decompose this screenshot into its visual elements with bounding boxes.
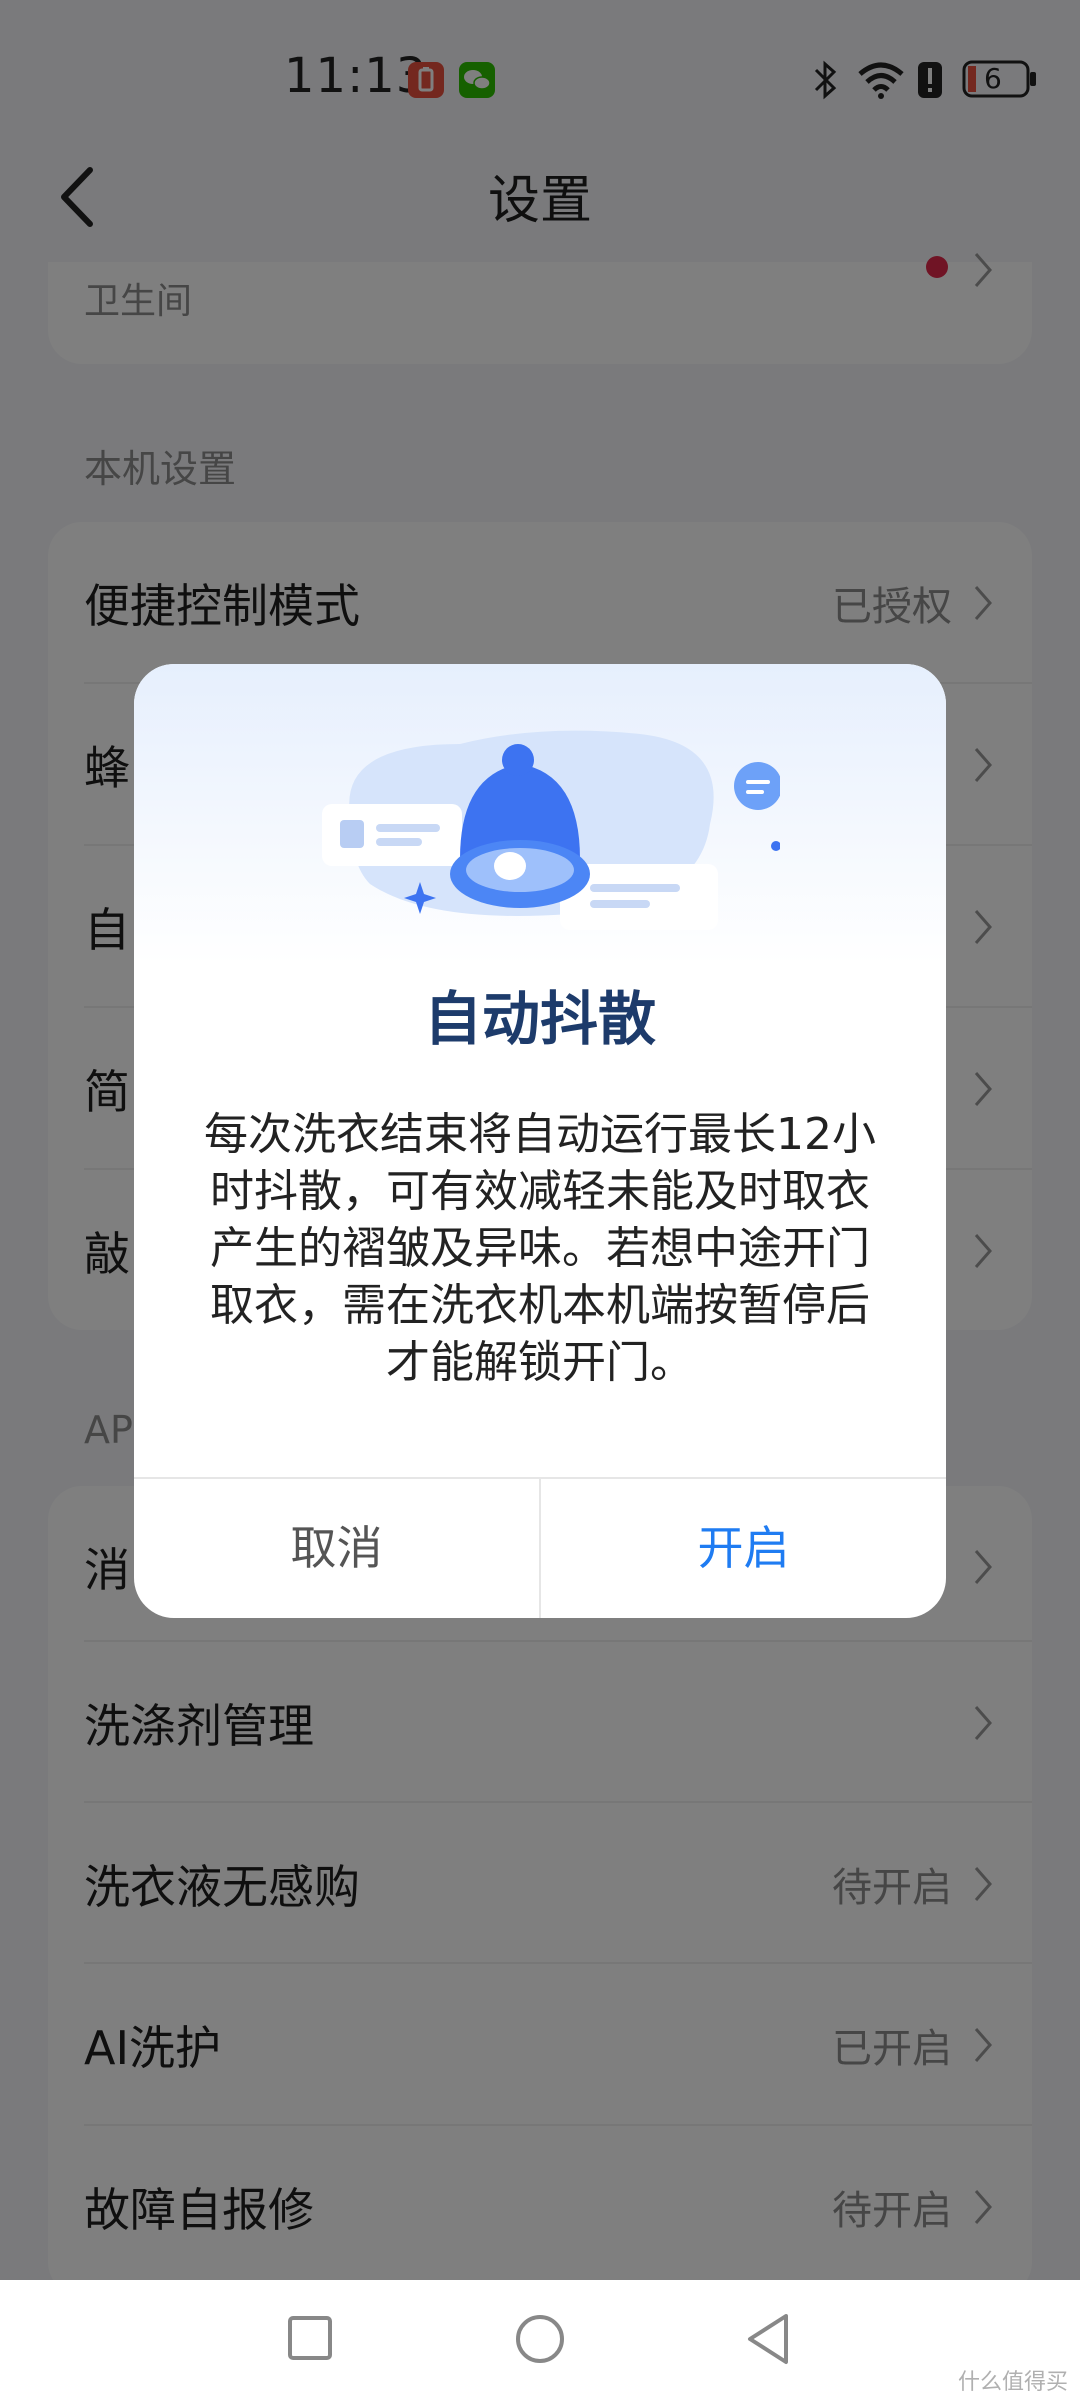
watermark: 什么值得买	[957, 2370, 1068, 2395]
recent-apps-icon[interactable]	[286, 2314, 334, 2362]
dialog-title: 自动抖散	[423, 985, 656, 1053]
home-icon[interactable]	[513, 2312, 567, 2366]
enable-button[interactable]: 开启	[541, 1479, 946, 1618]
navigation-bar	[0, 2280, 1080, 2400]
bell-icon	[322, 730, 780, 930]
auto-tumble-dialog: 自动抖散 每次洗衣结束将自动运行最长12小时抖散，可有效减轻未能及时取衣产生的褶…	[134, 664, 946, 1618]
cancel-button[interactable]: 取消	[134, 1479, 539, 1618]
back-nav-icon[interactable]	[744, 2312, 792, 2366]
dialog-body-text: 每次洗衣结束将自动运行最长12小时抖散，可有效减轻未能及时取衣产生的褶皱及异味。…	[204, 1109, 876, 1388]
